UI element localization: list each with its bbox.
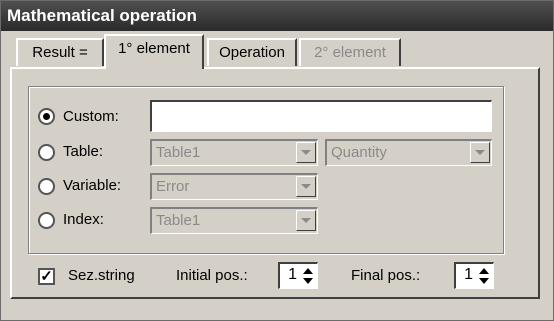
- tab-second-element: 2° element: [299, 38, 401, 66]
- spin-arrows-icon[interactable]: [477, 267, 491, 285]
- substring-label: Sez.string: [68, 267, 135, 284]
- final-pos-stepper[interactable]: 1: [454, 262, 494, 289]
- index-select-value: Table1: [156, 212, 201, 229]
- variable-label: Variable:: [63, 177, 122, 194]
- chevron-down-icon: [296, 142, 316, 163]
- initial-pos-value: 1: [288, 266, 297, 283]
- radio-custom[interactable]: [38, 108, 55, 125]
- custom-input[interactable]: [150, 100, 492, 132]
- tab-first-element-label: 1° element: [118, 40, 190, 57]
- final-pos-value: 1: [464, 266, 473, 283]
- spin-arrows-icon[interactable]: [301, 267, 315, 285]
- table-field-select-value: Quantity: [331, 144, 387, 161]
- table-field-select: Quantity: [325, 139, 492, 166]
- variable-select-value: Error: [156, 178, 190, 195]
- final-pos-label: Final pos.:: [351, 267, 421, 284]
- chevron-down-icon: [470, 142, 490, 163]
- index-label: Index:: [63, 211, 104, 228]
- radio-variable[interactable]: [38, 178, 55, 195]
- tab-result-label: Result =: [32, 44, 88, 61]
- chevron-down-icon: [296, 176, 316, 197]
- tab-first-element[interactable]: 1° element: [104, 34, 204, 69]
- radio-index[interactable]: [38, 212, 55, 229]
- substring-checkbox[interactable]: ✓: [38, 268, 55, 285]
- tab-second-element-label: 2° element: [314, 44, 386, 61]
- tab-result[interactable]: Result =: [16, 38, 104, 66]
- initial-pos-label: Initial pos.:: [176, 267, 248, 284]
- radio-table[interactable]: [38, 144, 55, 161]
- variable-select: Error: [150, 173, 318, 200]
- custom-label: Custom:: [63, 108, 119, 125]
- radio-selected-dot: [43, 113, 50, 120]
- window-title: Mathematical operation: [1, 1, 553, 31]
- table-label: Table:: [63, 143, 104, 160]
- tab-operation-label: Operation: [219, 44, 285, 61]
- initial-pos-stepper[interactable]: 1: [278, 262, 318, 289]
- index-select: Table1: [150, 207, 318, 234]
- table-select: Table1: [150, 139, 318, 166]
- tab-operation[interactable]: Operation: [207, 38, 297, 66]
- chevron-down-icon: [296, 210, 316, 231]
- check-icon: ✓: [40, 268, 53, 285]
- table-select-value: Table1: [156, 144, 201, 161]
